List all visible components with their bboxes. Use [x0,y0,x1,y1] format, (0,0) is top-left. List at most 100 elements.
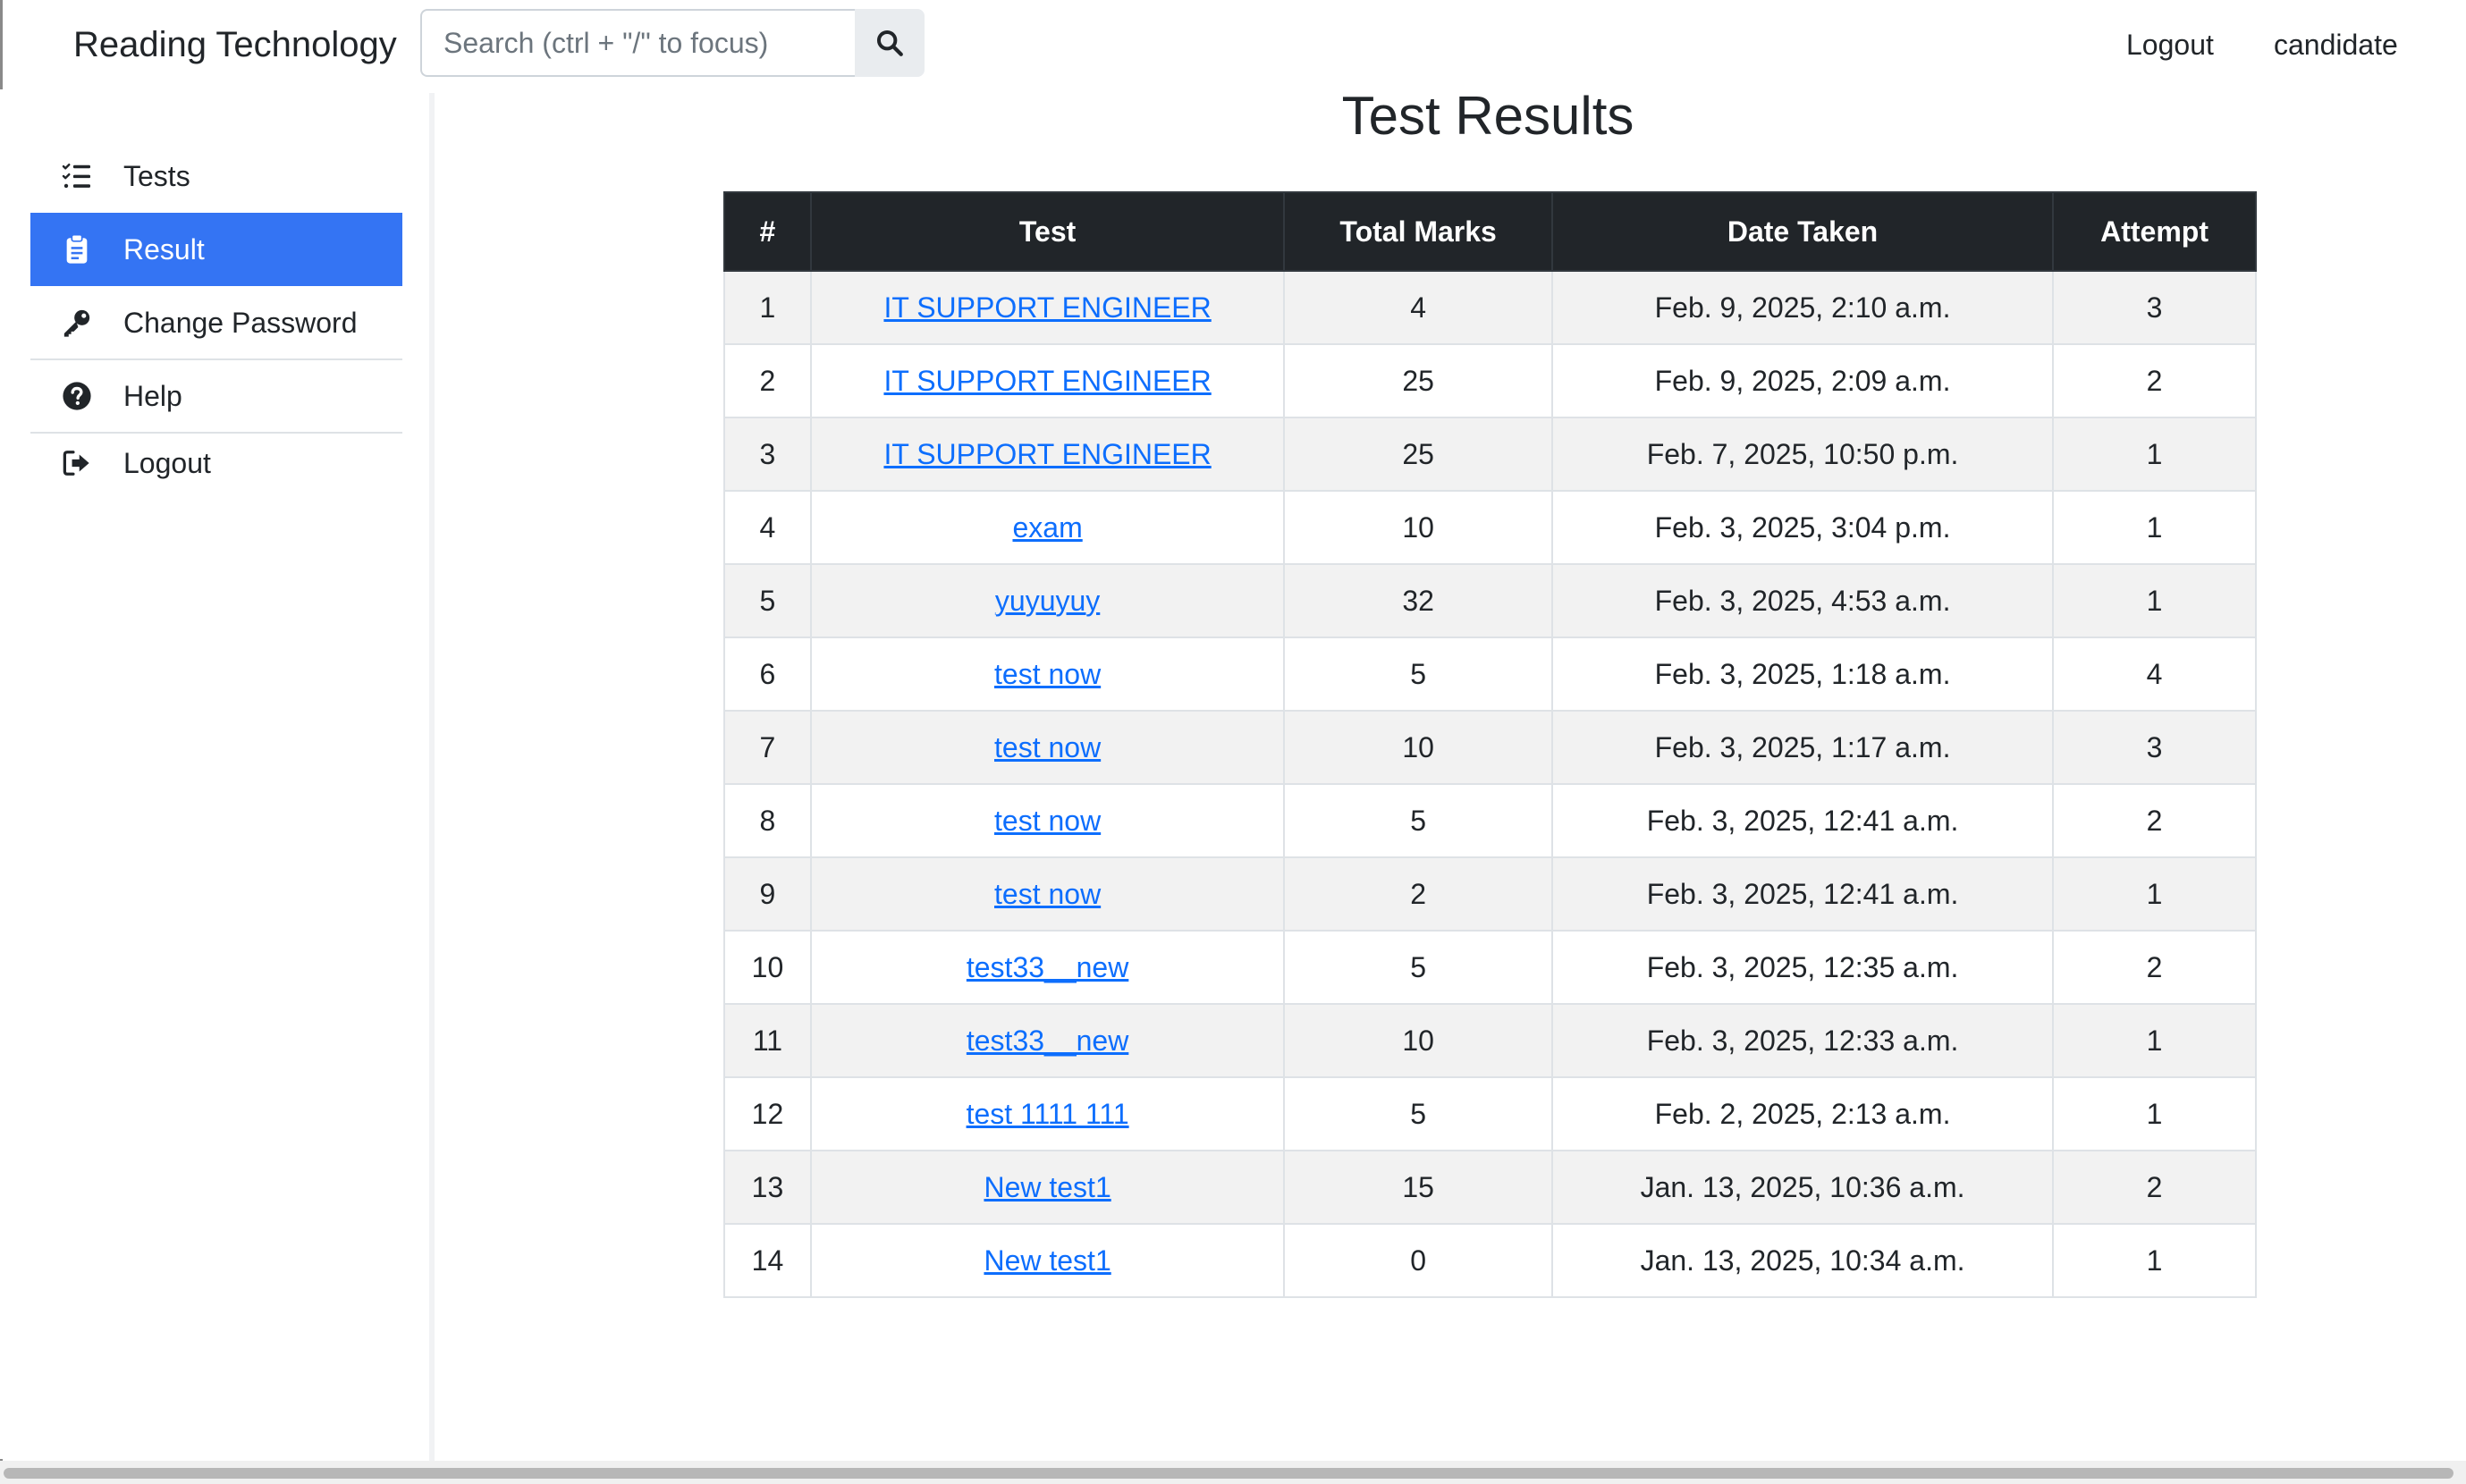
table-row: 12 test 1111 111 5 Feb. 2, 2025, 2:13 a.m. 1 [723,1076,2257,1151]
cell-attempt: 3 [2052,270,2257,345]
cell-number: 12 [723,1076,812,1151]
table-row: 10 test33__new 5 Feb. 3, 2025, 12:35 a.m. 2 [723,930,2257,1005]
sidebar-item-tests[interactable]: Tests [30,139,402,213]
test-name-link[interactable]: test 1111 111 [967,1098,1129,1130]
cell-number: 8 [723,783,812,858]
cell-total-marks: 15 [1283,1150,1553,1225]
cell-test: test 1111 111 [809,1076,1286,1151]
test-name-link[interactable]: test33__new [967,951,1128,983]
cell-test: New test1 [809,1223,1286,1298]
test-name-link[interactable]: test33__new [967,1024,1128,1057]
cell-number: 10 [723,930,812,1005]
cell-attempt: 1 [2052,856,2257,932]
test-name-link[interactable]: yuyuyuy [995,585,1100,617]
cell-total-marks: 0 [1283,1223,1553,1298]
cell-number: 5 [723,563,812,638]
table-row: 7 test now 10 Feb. 3, 2025, 1:17 a.m. 3 [723,710,2257,785]
cell-attempt: 2 [2052,783,2257,858]
cell-number: 7 [723,710,812,785]
table-row: 8 test now 5 Feb. 3, 2025, 12:41 a.m. 2 [723,783,2257,858]
cell-total-marks: 4 [1283,270,1553,345]
cell-test: IT SUPPORT ENGINEER [809,417,1286,492]
table-row: 6 test now 5 Feb. 3, 2025, 1:18 a.m. 4 [723,637,2257,712]
cell-number: 14 [723,1223,812,1298]
cell-attempt: 2 [2052,343,2257,418]
cell-number: 2 [723,343,812,418]
sidebar-item-result[interactable]: Result [30,213,402,286]
sidebar-item-label: Logout [123,446,211,479]
table-row: 5 yuyuyuy 32 Feb. 3, 2025, 4:53 a.m. 1 [723,563,2257,638]
sidebar-item-change-password[interactable]: Change Password [30,286,402,359]
cell-total-marks: 10 [1283,1003,1553,1078]
cell-test: test now [809,856,1286,932]
test-name-link[interactable]: test now [994,878,1101,910]
navbar-user-link[interactable]: candidate [2274,20,2398,70]
navbar-logout-link[interactable]: Logout [2126,20,2214,70]
cell-attempt: 1 [2052,417,2257,492]
scrollbar-thumb[interactable] [4,1468,2453,1479]
cell-number: 4 [723,490,812,565]
search-input[interactable] [420,9,855,77]
table-row: 9 test now 2 Feb. 3, 2025, 12:41 a.m. 1 [723,856,2257,932]
cell-attempt: 2 [2052,1150,2257,1225]
brand-logo-text[interactable]: Reading Technology [73,20,397,70]
cell-attempt: 1 [2052,1076,2257,1151]
sidebar-item-logout[interactable]: Logout [30,427,402,499]
test-name-link[interactable]: IT SUPPORT ENGINEER [883,438,1211,470]
cell-test: test33__new [809,1003,1286,1078]
cell-attempt: 4 [2052,637,2257,712]
table-row: 11 test33__new 10 Feb. 3, 2025, 12:33 a.m. 1 [723,1003,2257,1078]
cell-test: test now [809,783,1286,858]
sidebar-item-label: Tests [123,159,190,192]
cell-total-marks: 10 [1283,490,1553,565]
cell-test: test now [809,637,1286,712]
table-row: 13 New test1 15 Jan. 13, 2025, 10:36 a.m. 2 [723,1150,2257,1225]
search-button[interactable] [855,9,925,77]
test-name-link[interactable]: test now [994,658,1101,690]
cell-total-marks: 5 [1283,637,1553,712]
cell-number: 1 [723,270,812,345]
cell-date-taken: Feb. 3, 2025, 1:18 a.m. [1550,637,2055,712]
sidebar-item-label: Change Password [123,306,358,339]
cell-total-marks: 5 [1283,1076,1553,1151]
cell-date-taken: Feb. 2, 2025, 2:13 a.m. [1550,1076,2055,1151]
cell-date-taken: Feb. 3, 2025, 4:53 a.m. [1550,563,2055,638]
test-name-link[interactable]: IT SUPPORT ENGINEER [883,291,1211,324]
sidebar-divider [429,93,435,1461]
cell-number: 6 [723,637,812,712]
cell-number: 11 [723,1003,812,1078]
cell-test: IT SUPPORT ENGINEER [809,270,1286,345]
cell-attempt: 3 [2052,710,2257,785]
cell-total-marks: 2 [1283,856,1553,932]
cell-date-taken: Feb. 7, 2025, 10:50 p.m. [1550,417,2055,492]
cell-date-taken: Jan. 13, 2025, 10:34 a.m. [1550,1223,2055,1298]
results-table-body: 1 IT SUPPORT ENGINEER 4 Feb. 9, 2025, 2:10 … [723,270,2257,1298]
test-name-link[interactable]: exam [1012,511,1082,544]
cell-test: test33__new [809,930,1286,1005]
search-icon [876,30,903,56]
sign-out-icon [61,447,93,479]
search-form [420,9,925,77]
table-row: 1 IT SUPPORT ENGINEER 4 Feb. 9, 2025, 2:10 … [723,270,2257,345]
question-circle-icon [61,380,93,412]
test-name-link[interactable]: IT SUPPORT ENGINEER [883,365,1211,397]
cell-attempt: 1 [2052,490,2257,565]
sidebar-item-label: Help [123,379,182,412]
test-name-link[interactable]: New test1 [984,1171,1111,1203]
column-header-date-taken: Date Taken [1550,191,2055,272]
page-title: Test Results [1341,86,1634,146]
sidebar-item-label: Result [123,232,205,266]
cell-total-marks: 5 [1283,930,1553,1005]
test-name-link[interactable]: test now [994,805,1101,837]
cell-test: yuyuyuy [809,563,1286,638]
cell-test: IT SUPPORT ENGINEER [809,343,1286,418]
sidebar-item-help[interactable]: Help [30,359,402,433]
test-name-link[interactable]: test now [994,731,1101,763]
results-table: # Test Total Marks Date Taken Attempt 1 I… [723,191,2257,1298]
test-name-link[interactable]: New test1 [984,1244,1111,1277]
cell-attempt: 2 [2052,930,2257,1005]
horizontal-scrollbar[interactable] [0,1461,2466,1484]
cell-date-taken: Feb. 9, 2025, 2:09 a.m. [1550,343,2055,418]
cell-date-taken: Feb. 3, 2025, 1:17 a.m. [1550,710,2055,785]
table-row: 3 IT SUPPORT ENGINEER 25 Feb. 7, 2025, 10:5… [723,417,2257,492]
